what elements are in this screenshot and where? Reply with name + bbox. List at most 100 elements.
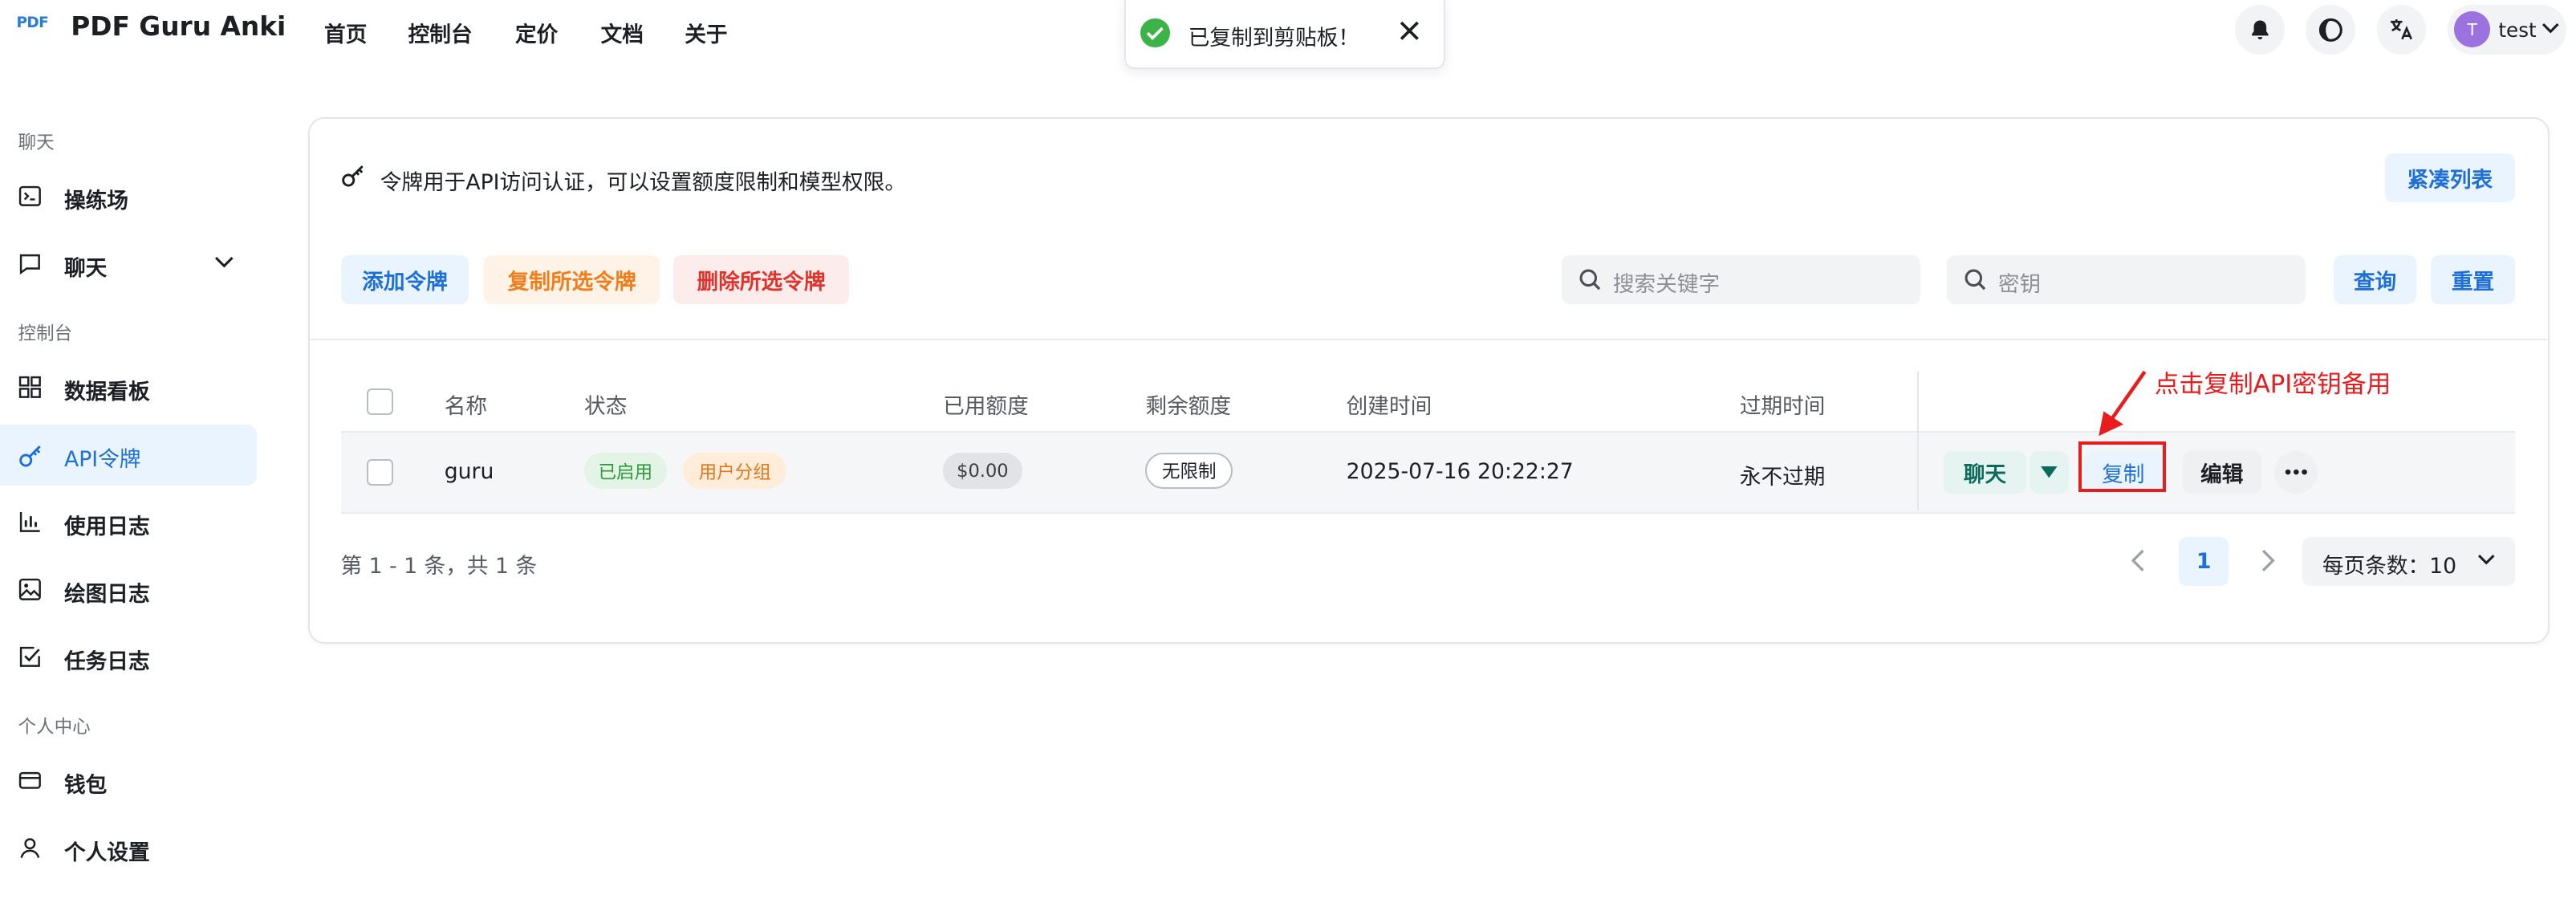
- sidebar-group-chat: 聊天: [18, 132, 55, 153]
- bell-icon: [2251, 20, 2269, 39]
- column-header-used-quota[interactable]: 已用额度: [943, 388, 1029, 420]
- more-actions-button[interactable]: [2274, 450, 2318, 494]
- key-search-input[interactable]: 密钥: [1947, 254, 2306, 305]
- sidebar-item-label: API令牌: [63, 446, 141, 472]
- theme-toggle-button[interactable]: [2306, 5, 2355, 55]
- sidebar-group-console: 控制台: [18, 323, 73, 344]
- moon-icon: [2318, 18, 2342, 42]
- token-card: 令牌用于API访问认证，可以设置额度限制和模型权限。 紧凑列表 添加令牌 复制所…: [307, 116, 2550, 644]
- page-size-label: 每页条数：10: [2322, 553, 2457, 579]
- sidebar-item-label: 任务日志: [63, 649, 150, 674]
- card-description: 令牌用于API访问认证，可以设置额度限制和模型权限。: [380, 170, 906, 196]
- sidebar-item-label: 绘图日志: [63, 581, 150, 607]
- sidebar-item-usage-log[interactable]: 使用日志: [0, 492, 257, 553]
- nav-console[interactable]: 控制台: [408, 17, 473, 48]
- translate-icon: [2391, 19, 2412, 40]
- copy-selected-button[interactable]: 复制所选令牌: [483, 254, 660, 305]
- page-number-button[interactable]: 1: [2179, 536, 2229, 587]
- nav-docs[interactable]: 文档: [601, 17, 644, 48]
- sidebar-item-label: 聊天: [63, 255, 108, 281]
- nav-pricing[interactable]: 定价: [515, 17, 558, 48]
- group-badge: 用户分组: [683, 452, 787, 490]
- row-checkbox[interactable]: [367, 459, 394, 486]
- chat-icon: [19, 254, 40, 275]
- keyword-search-input[interactable]: 搜索关键字: [1562, 254, 1921, 305]
- toast-notification: 已复制到剪贴板！: [1123, 0, 1445, 70]
- sidebar-item-task-log[interactable]: 任务日志: [0, 627, 257, 688]
- sidebar-item-chat[interactable]: 聊天: [0, 234, 257, 295]
- sidebar-item-drawing-log[interactable]: 绘图日志: [0, 559, 257, 620]
- sidebar-item-label: 使用日志: [63, 514, 150, 539]
- image-icon: [18, 578, 41, 600]
- edit-button[interactable]: 编辑: [2182, 450, 2261, 494]
- fixed-column-divider: [1917, 372, 1920, 510]
- sidebar-item-label: 数据看板: [63, 379, 150, 405]
- search-placeholder: 搜索关键字: [1612, 272, 1721, 298]
- column-header-remaining-quota[interactable]: 剩余额度: [1145, 388, 1231, 420]
- chat-dropdown-button[interactable]: [2029, 450, 2070, 494]
- dashboard-icon: [18, 376, 41, 398]
- expiry-time: 永不过期: [1739, 465, 1826, 490]
- user-icon: [20, 838, 39, 858]
- wallet-icon: [18, 771, 41, 789]
- key-icon: [18, 445, 41, 467]
- caret-down-icon: [2041, 466, 2058, 478]
- success-icon: [1140, 18, 1171, 48]
- select-all-checkbox[interactable]: [367, 388, 394, 415]
- add-token-button[interactable]: 添加令牌: [340, 254, 469, 305]
- close-icon[interactable]: [1399, 20, 1420, 42]
- arrow-icon: [2098, 371, 2147, 437]
- search-icon: [1965, 269, 1985, 291]
- column-header-status[interactable]: 状态: [584, 388, 627, 420]
- sidebar-item-settings[interactable]: 个人设置: [0, 818, 257, 879]
- chevron-left-icon[interactable]: [2130, 548, 2147, 573]
- search-icon: [1579, 269, 1601, 291]
- delete-selected-button[interactable]: 删除所选令牌: [672, 254, 850, 305]
- highlight-box: [2078, 441, 2167, 493]
- chevron-down-icon: [2541, 22, 2559, 34]
- column-header-expiry-time[interactable]: 过期时间: [1740, 388, 1826, 420]
- sidebar-item-label: 操练场: [63, 188, 128, 214]
- language-button[interactable]: [2376, 5, 2427, 55]
- query-button[interactable]: 查询: [2334, 254, 2416, 305]
- search-placeholder: 密钥: [1997, 272, 2042, 298]
- sidebar-item-wallet[interactable]: 钱包: [0, 750, 257, 811]
- task-check-icon: [19, 646, 40, 667]
- notification-button[interactable]: [2235, 5, 2285, 55]
- app-root: PDF PDF Guru Anki 首页 控制台 定价 文档 关于 T test…: [0, 0, 2576, 907]
- toast-message: 已复制到剪贴板！: [1188, 25, 1360, 51]
- pagination-summary: 第 1 - 1 条，共 1 条: [340, 553, 538, 579]
- username: test: [2498, 18, 2537, 42]
- bar-chart-icon: [19, 511, 40, 532]
- logo-icon: PDF: [16, 14, 49, 32]
- chevron-right-icon[interactable]: [2260, 548, 2277, 573]
- key-icon: [341, 165, 364, 187]
- created-time: 2025-07-16 20:22:27: [1346, 459, 1574, 485]
- avatar: T: [2454, 11, 2491, 48]
- divider: [309, 339, 2548, 341]
- sidebar-item-api-token[interactable]: API令牌: [0, 425, 257, 486]
- column-header-name[interactable]: 名称: [445, 388, 487, 420]
- chat-button[interactable]: 聊天: [1944, 450, 2026, 494]
- sidebar-item-label: 钱包: [63, 772, 108, 798]
- sidebar-item-label: 个人设置: [63, 840, 150, 865]
- chevron-down-icon[interactable]: [214, 255, 234, 268]
- sidebar-item-dashboard[interactable]: 数据看板: [0, 357, 257, 418]
- token-name: guru: [444, 459, 494, 485]
- compact-list-button[interactable]: 紧凑列表: [2384, 153, 2515, 203]
- user-menu[interactable]: T test: [2447, 5, 2566, 55]
- sidebar-item-playground[interactable]: 操练场: [0, 166, 257, 227]
- nav-about[interactable]: 关于: [685, 17, 727, 48]
- app-name[interactable]: PDF Guru Anki: [71, 11, 286, 42]
- used-quota-badge: $0.00: [943, 452, 1022, 490]
- more-icon: [2285, 470, 2307, 475]
- annotation-text: 点击复制API密钥备用: [2154, 370, 2391, 400]
- nav-home[interactable]: 首页: [324, 17, 367, 48]
- remaining-quota-badge: 无限制: [1145, 452, 1233, 489]
- terminal-icon: [18, 185, 41, 206]
- page-size-select[interactable]: 每页条数：10: [2302, 536, 2515, 587]
- column-header-created-time[interactable]: 创建时间: [1347, 388, 1432, 420]
- chevron-down-icon: [2477, 555, 2495, 565]
- sidebar-group-personal: 个人中心: [18, 717, 91, 738]
- reset-button[interactable]: 重置: [2431, 254, 2515, 305]
